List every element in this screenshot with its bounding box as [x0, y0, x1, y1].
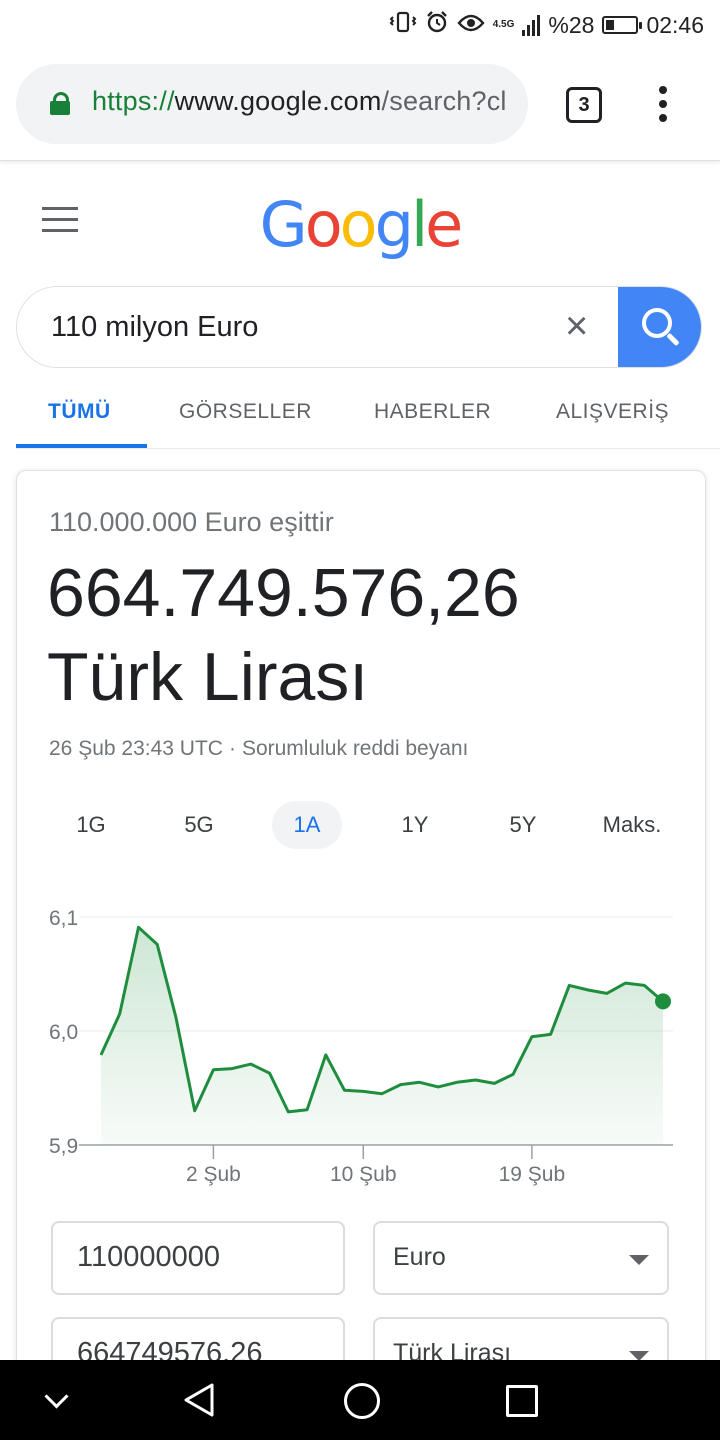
overflow-menu-icon[interactable] [658, 86, 668, 122]
range-tab-1d[interactable]: 1G [56, 801, 126, 849]
disclaimer-link[interactable]: Sorumluluk reddi beyanı [242, 737, 468, 760]
result-unit: Türk Lirası [47, 639, 369, 715]
data-point [174, 1016, 177, 1019]
system-nav-bar [0, 1360, 720, 1440]
hide-keyboard-icon[interactable] [44, 1384, 69, 1409]
range-tab-max[interactable]: Maks. [593, 801, 671, 849]
dropdown-arrow-icon [629, 1255, 649, 1265]
data-point [118, 1012, 121, 1015]
y-tick-label: 5,9 [49, 1135, 78, 1158]
data-point [362, 1090, 365, 1093]
url-scheme: https:// [92, 86, 175, 116]
data-point [455, 1081, 458, 1084]
data-point [643, 984, 646, 987]
data-point [249, 1063, 252, 1066]
data-point [568, 984, 571, 987]
search-box[interactable]: 110 milyon Euro × [16, 286, 702, 368]
range-tab-5d[interactable]: 5G [164, 801, 234, 849]
clock: 02:46 [646, 11, 704, 38]
data-point [474, 1079, 477, 1082]
range-tabs: 1G 5G 1A 1Y 5Y Maks. [17, 801, 705, 849]
vibrate-icon [389, 11, 417, 39]
data-point [137, 926, 140, 929]
result-value: 664.749.576,26 [47, 555, 520, 631]
range-tab-1y[interactable]: 1Y [380, 801, 450, 849]
data-point [343, 1089, 346, 1092]
data-point [306, 1108, 309, 1111]
x-tick-label: 19 Şub [499, 1163, 566, 1186]
data-point [193, 1109, 196, 1112]
recents-button[interactable] [506, 1385, 538, 1417]
range-tab-5y[interactable]: 5Y [488, 801, 558, 849]
data-point [587, 988, 590, 991]
data-point [530, 1035, 533, 1038]
data-point [418, 1081, 421, 1084]
url-text[interactable]: https://www.google.com/search?cl [92, 86, 507, 117]
tab-news[interactable]: HABERLER [374, 400, 491, 424]
status-bar: 4.5G %28 02:46 [0, 0, 720, 48]
url-domain: www.google.com [174, 86, 382, 116]
from-amount-input[interactable]: 110000000 [51, 1221, 345, 1295]
x-tick-label: 10 Şub [330, 1163, 397, 1186]
data-point [156, 943, 159, 946]
alarm-icon [425, 10, 449, 40]
status-icons: 4.5G %28 02:46 [389, 10, 704, 40]
lock-icon [50, 92, 70, 115]
data-point [268, 1072, 271, 1075]
x-tick-label: 2 Şub [186, 1163, 241, 1186]
data-point [212, 1068, 215, 1071]
data-point [437, 1085, 440, 1088]
home-button[interactable] [344, 1383, 380, 1419]
data-point [324, 1053, 327, 1056]
timestamp: 26 Şub 23:43 UTC [49, 737, 223, 760]
y-tick-label: 6,1 [49, 907, 78, 930]
clear-search-icon[interactable]: × [565, 306, 591, 346]
separator: · [228, 737, 236, 760]
from-currency-value: Euro [393, 1243, 446, 1271]
search-tabs: TÜMÜ GÖRSELLER HABERLER ALIŞVERİŞ [16, 378, 720, 449]
network-type: 4.5G [492, 19, 515, 30]
tab-shopping[interactable]: ALIŞVERİŞ [556, 400, 669, 424]
google-logo[interactable]: Google [0, 188, 720, 261]
signal-icon [522, 14, 541, 36]
url-bar[interactable]: https://www.google.com/search?cl [16, 64, 528, 144]
tab-images[interactable]: GÖRSELLER [179, 400, 312, 424]
data-point [549, 1033, 552, 1036]
area-fill [101, 927, 663, 1145]
browser-toolbar: https://www.google.com/search?cl 3 [0, 48, 720, 161]
url-path: /search?cl [381, 86, 507, 116]
exchange-rate-chart[interactable]: 6,1 6,0 5,9 2 Şub 10 Şub 19 Şub [17, 877, 705, 1197]
y-tick-label: 6,0 [49, 1021, 78, 1044]
search-button[interactable] [618, 287, 701, 367]
back-button[interactable] [182, 1382, 216, 1418]
tab-switcher-button[interactable]: 3 [566, 87, 602, 123]
data-point [231, 1067, 234, 1070]
active-tab-indicator [16, 444, 147, 448]
equals-label: 110.000.000 Euro eşittir [49, 507, 334, 537]
currency-converter-card: 110.000.000 Euro eşittir 664.749.576,26 … [16, 470, 706, 1432]
tab-all[interactable]: TÜMÜ [48, 400, 111, 424]
data-point [605, 992, 608, 995]
from-amount-value: 110000000 [77, 1241, 221, 1273]
battery-percent: %28 [548, 11, 595, 38]
data-point [512, 1073, 515, 1076]
range-tab-1m[interactable]: 1A [272, 801, 342, 849]
data-point [381, 1092, 384, 1095]
data-point [624, 982, 627, 985]
data-point [100, 1053, 103, 1056]
from-currency-select[interactable]: Euro [373, 1221, 669, 1295]
data-point [493, 1082, 496, 1085]
data-point [399, 1083, 402, 1086]
data-point [287, 1110, 290, 1113]
current-value-marker [655, 993, 671, 1010]
search-input[interactable]: 110 milyon Euro [51, 311, 258, 344]
eye-icon [457, 12, 485, 39]
battery-icon [602, 16, 643, 34]
timestamp-line: 26 Şub 23:43 UTC · Sorumluluk reddi beyanı [49, 737, 468, 761]
